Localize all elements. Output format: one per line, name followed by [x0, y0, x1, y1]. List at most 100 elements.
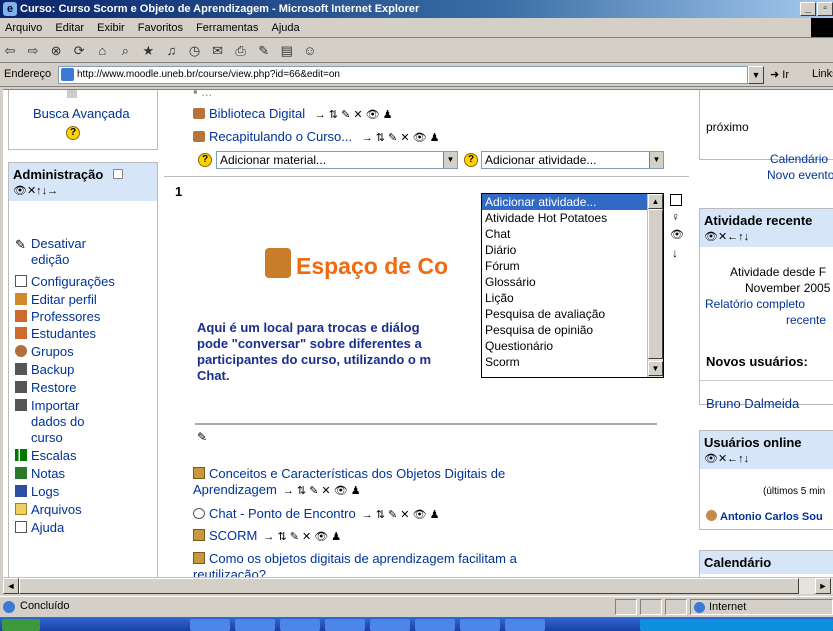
go-button[interactable]: ➜ Ir	[770, 68, 789, 81]
search-icon[interactable]: ⌕	[117, 43, 133, 59]
edit-icon[interactable]: ✎	[256, 43, 272, 59]
edit-tools-icons[interactable]: → ⇅ ✎ ✕ 👁 ♟	[362, 509, 440, 521]
scroll-right-icon[interactable]: ►	[815, 578, 831, 594]
estudantes-link[interactable]: Estudantes	[15, 326, 96, 341]
logs-link[interactable]: Logs	[15, 484, 59, 499]
scroll-left-icon[interactable]: ◄	[3, 578, 19, 594]
online-user-link[interactable]: Antonio Carlos Sou	[706, 510, 823, 523]
configuracoes-link[interactable]: Configurações	[15, 274, 115, 289]
menu-ajuda[interactable]: Ajuda	[266, 22, 304, 34]
scroll-thumb[interactable]	[19, 578, 799, 594]
notas-link[interactable]: Notas	[15, 466, 65, 481]
home-icon[interactable]: ⌂	[94, 43, 110, 59]
option-chat[interactable]: Chat	[482, 226, 663, 242]
option-pesquisa-opiniao[interactable]: Pesquisa de opinião	[482, 322, 663, 338]
discuss-icon[interactable]: ▤	[279, 43, 295, 59]
backup-link[interactable]: Backup	[15, 362, 74, 377]
option-forum[interactable]: Fórum	[482, 258, 663, 274]
option-questionario[interactable]: Questionário	[482, 338, 663, 354]
taskbar-item[interactable]	[325, 619, 365, 631]
start-button[interactable]	[2, 619, 40, 631]
escalas-link[interactable]: Escalas	[15, 448, 77, 463]
option-scorm[interactable]: Scorm	[482, 354, 663, 370]
stop-icon[interactable]: ⊗	[48, 43, 64, 59]
option-hot-potatoes[interactable]: Atividade Hot Potatoes	[482, 210, 663, 226]
importar-link[interactable]: Importar	[15, 398, 79, 413]
conceitos-link[interactable]: Conceitos e Características dos Objetos …	[193, 466, 505, 481]
mail-icon[interactable]: ✉	[210, 43, 226, 59]
refresh-icon[interactable]: ⟳	[71, 43, 87, 59]
taskbar-item[interactable]	[235, 619, 275, 631]
minimize-button[interactable]: _	[800, 2, 816, 16]
admin-tools-icons[interactable]: 👁✕↑↓→	[13, 184, 153, 197]
menu-favoritos[interactable]: Favoritos	[133, 22, 188, 34]
como-objetos-link[interactable]: Como os objetos digitais de aprendizagem…	[193, 551, 517, 566]
option-pesquisa-avaliacao[interactable]: Pesquisa de avaliação	[482, 306, 663, 322]
back-icon[interactable]: ⇦	[2, 43, 18, 59]
horizontal-scrollbar[interactable]: ◄ ►	[3, 577, 833, 594]
dados-do-label[interactable]: dados do	[31, 414, 85, 429]
address-input[interactable]: http://www.moodle.uneb.br/course/view.ph…	[58, 66, 748, 84]
taskbar-item[interactable]	[370, 619, 410, 631]
favorites-icon[interactable]: ★	[140, 43, 156, 59]
taskbar-item[interactable]	[280, 619, 320, 631]
dropdown-scrollbar[interactable]: ▲ ▼	[647, 194, 663, 377]
add-activity-dropdown-list[interactable]: Adicionar atividade... Atividade Hot Pot…	[481, 193, 664, 378]
scorm-link[interactable]: SCORM → ⇅ ✎ ✕ 👁 ♟	[193, 528, 341, 543]
highlight-bulb-icon[interactable]: ♀	[671, 210, 680, 224]
menu-ferramentas[interactable]: Ferramentas	[191, 22, 263, 34]
taskbar-item[interactable]	[415, 619, 455, 631]
menu-editar[interactable]: Editar	[50, 22, 89, 34]
option-diario[interactable]: Diário	[482, 242, 663, 258]
address-dropdown[interactable]: ▼	[748, 66, 764, 84]
add-activity-select[interactable]: Adicionar atividade... ▼	[481, 151, 664, 169]
new-event-link[interactable]: Novo evento	[767, 168, 833, 182]
calendar-link[interactable]: Calendário	[770, 152, 828, 166]
recapitulando-link[interactable]: Recapitulando o Curso... → ⇅ ✎ ✕ 👁 ♟	[193, 129, 439, 144]
editar-perfil-link[interactable]: Editar perfil	[15, 292, 97, 307]
help-icon[interactable]: ?	[464, 153, 478, 167]
chat-link[interactable]: Chat - Ponto de Encontro → ⇅ ✎ ✕ 👁 ♟	[193, 506, 439, 521]
menu-arquivo[interactable]: Arquivo	[0, 22, 47, 34]
user-link[interactable]: Bruno Dalmeida	[706, 396, 799, 411]
full-report-link[interactable]: Relatório completo	[705, 297, 805, 311]
links-label[interactable]: Links	[812, 68, 833, 80]
desativar-edicao-link[interactable]: ✎ Desativar	[15, 236, 86, 252]
option-glossario[interactable]: Glossário	[482, 274, 663, 290]
taskbar-item[interactable]	[505, 619, 545, 631]
edit-tools-icons[interactable]: → ⇅ ✎ ✕ 👁 ♟	[263, 531, 341, 543]
restore-link[interactable]: Restore	[15, 380, 77, 395]
media-icon[interactable]: ♫	[163, 43, 179, 59]
block-tools-icons[interactable]: 👁✕←↑↓	[704, 230, 833, 243]
eye-icon[interactable]: 👁	[670, 228, 684, 241]
ajuda-link[interactable]: Ajuda	[15, 520, 64, 535]
cut-off-link[interactable]: ▪ ...	[193, 90, 212, 99]
professores-link[interactable]: Professores	[15, 309, 100, 324]
taskbar-item[interactable]	[460, 619, 500, 631]
edicao-label[interactable]: edição	[31, 252, 69, 267]
help-icon[interactable]: ?	[66, 124, 80, 140]
recent-link[interactable]: recente	[786, 313, 826, 327]
scroll-down-icon[interactable]: ▼	[648, 361, 663, 376]
biblioteca-digital-link[interactable]: Biblioteca Digital → ⇅ ✎ ✕ 👁 ♟	[193, 106, 393, 121]
como-objetos-link-line2[interactable]: reutilização?	[193, 567, 266, 577]
conceitos-link-line2[interactable]: Aprendizagem → ⇅ ✎ ✕ 👁 ♟	[193, 482, 361, 497]
menu-exibir[interactable]: Exibir	[92, 22, 130, 34]
scroll-thumb[interactable]	[648, 209, 663, 359]
scroll-up-icon[interactable]: ▲	[648, 194, 663, 209]
taskbar-item[interactable]	[190, 619, 230, 631]
edit-tools-icons[interactable]: → ⇅ ✎ ✕ 👁 ♟	[315, 109, 393, 121]
edit-tools-icons[interactable]: → ⇅ ✎ ✕ 👁 ♟	[283, 485, 361, 497]
curso-label[interactable]: curso	[31, 430, 63, 445]
messenger-icon[interactable]: ☺	[302, 43, 318, 59]
maximize-button[interactable]: ▫	[817, 2, 833, 16]
collapse-icon[interactable]	[112, 169, 123, 179]
print-icon[interactable]: ⎙	[233, 43, 249, 59]
option-adicionar-atividade[interactable]: Adicionar atividade...	[482, 194, 663, 210]
show-only-section-icon[interactable]	[670, 194, 682, 206]
block-tools-icons[interactable]: 👁✕←↑↓	[704, 452, 833, 465]
help-icon[interactable]: ?	[198, 153, 212, 167]
option-licao[interactable]: Lição	[482, 290, 663, 306]
edit-pencil-icon[interactable]: ✎	[197, 430, 207, 444]
add-material-select[interactable]: Adicionar material... ▼	[216, 151, 458, 169]
